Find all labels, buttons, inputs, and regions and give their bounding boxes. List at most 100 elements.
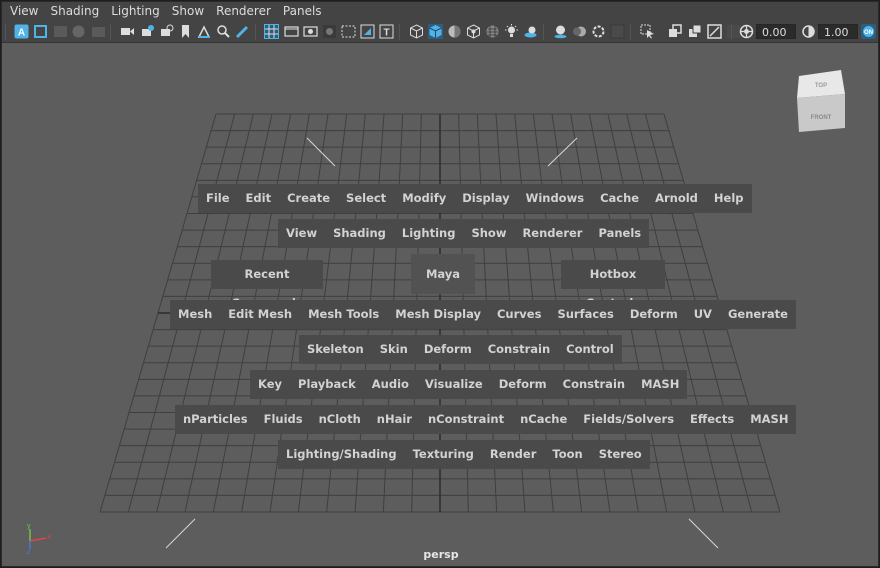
hotbox-select[interactable]: Select bbox=[338, 184, 394, 213]
hotbox-view[interactable]: View bbox=[278, 219, 325, 248]
hotbox-render[interactable]: Render bbox=[482, 440, 545, 469]
hotbox-file[interactable]: File bbox=[198, 184, 238, 213]
hotbox-rig-constrain[interactable]: Constrain bbox=[480, 335, 558, 364]
hotbox-stereo[interactable]: Stereo bbox=[591, 440, 650, 469]
hotbox-edit[interactable]: Edit bbox=[238, 184, 280, 213]
select-camera-icon[interactable]: A bbox=[14, 24, 29, 39]
hotbox-ncache[interactable]: nCache bbox=[512, 405, 575, 434]
default-material-icon[interactable] bbox=[466, 24, 481, 39]
textured-icon[interactable] bbox=[485, 24, 500, 39]
hotbox-show[interactable]: Show bbox=[463, 219, 514, 248]
fov-icon[interactable] bbox=[216, 24, 231, 39]
hotbox-modify[interactable]: Modify bbox=[394, 184, 454, 213]
hotbox-fluids[interactable]: Fluids bbox=[256, 405, 311, 434]
snap-camera-icon[interactable] bbox=[140, 24, 155, 39]
hotbox-toon[interactable]: Toon bbox=[544, 440, 590, 469]
pivot-icon[interactable] bbox=[197, 24, 212, 39]
grid-icon[interactable] bbox=[264, 24, 279, 39]
safe-title-icon[interactable]: T bbox=[379, 24, 394, 39]
hotbox-visualize[interactable]: Visualize bbox=[417, 370, 491, 399]
hotbox-uv[interactable]: UV bbox=[686, 300, 720, 329]
hotbox-shading[interactable]: Shading bbox=[325, 219, 394, 248]
camera-attributes-icon[interactable] bbox=[33, 24, 48, 39]
exposure-field[interactable]: 0.00 bbox=[756, 24, 796, 39]
hotbox-texturing[interactable]: Texturing bbox=[405, 440, 482, 469]
hotbox-surfaces[interactable]: Surfaces bbox=[549, 300, 621, 329]
hotbox-mesh-tools[interactable]: Mesh Tools bbox=[300, 300, 387, 329]
hotbox-skeleton[interactable]: Skeleton bbox=[299, 335, 372, 364]
color-management-icon[interactable]: ON bbox=[861, 24, 876, 39]
viewcube-front-face[interactable] bbox=[797, 94, 845, 132]
hotbox-effects[interactable]: Effects bbox=[682, 405, 742, 434]
hotbox-panels[interactable]: Panels bbox=[590, 219, 649, 248]
hotbox-fields-solvers[interactable]: Fields/Solvers bbox=[575, 405, 682, 434]
xray-joints-icon[interactable] bbox=[707, 24, 722, 39]
hotbox-edit-mesh[interactable]: Edit Mesh bbox=[220, 300, 300, 329]
bookmarks-icon[interactable] bbox=[53, 24, 68, 39]
motion-blur-icon[interactable] bbox=[572, 24, 587, 39]
hotbox-recent-commands[interactable]: Recent Commands bbox=[211, 260, 323, 310]
hotbox-create[interactable]: Create bbox=[279, 184, 338, 213]
field-chart-icon[interactable] bbox=[341, 24, 356, 39]
hotbox-nconstraint[interactable]: nConstraint bbox=[420, 405, 512, 434]
gamma-icon[interactable] bbox=[801, 24, 816, 39]
hotbox-curves[interactable]: Curves bbox=[489, 300, 549, 329]
camera-sequencer-icon[interactable] bbox=[159, 24, 174, 39]
film-gate-icon[interactable] bbox=[284, 24, 299, 39]
hotbox-fx-mash[interactable]: MASH bbox=[742, 405, 796, 434]
wireframe-on-shaded-icon[interactable] bbox=[447, 24, 462, 39]
gamma-field[interactable]: 1.00 bbox=[818, 24, 858, 39]
hotbox-help[interactable]: Help bbox=[706, 184, 752, 213]
hotbox-rig-deform[interactable]: Deform bbox=[416, 335, 480, 364]
antialiasing-icon[interactable] bbox=[591, 24, 606, 39]
hotbox-anim-mash[interactable]: MASH bbox=[633, 370, 687, 399]
hotbox-mesh[interactable]: Mesh bbox=[170, 300, 220, 329]
menu-view[interactable]: View bbox=[4, 2, 44, 21]
hotbox-lighting[interactable]: Lighting bbox=[394, 219, 464, 248]
resolution-gate-icon[interactable] bbox=[303, 24, 318, 39]
menu-lighting[interactable]: Lighting bbox=[105, 2, 166, 21]
hotbox-mesh-display[interactable]: Mesh Display bbox=[387, 300, 489, 329]
menu-show[interactable]: Show bbox=[166, 2, 210, 21]
hotbox-arnold[interactable]: Arnold bbox=[647, 184, 706, 213]
xray-active-components-icon[interactable] bbox=[688, 24, 703, 39]
viewcube[interactable]: TOP FRONT bbox=[795, 68, 847, 134]
screen-space-ao-icon[interactable] bbox=[553, 24, 568, 39]
menu-shading[interactable]: Shading bbox=[44, 2, 105, 21]
hotbox-generate[interactable]: Generate bbox=[720, 300, 796, 329]
xray-icon[interactable] bbox=[668, 24, 683, 39]
hotbox-display[interactable]: Display bbox=[454, 184, 517, 213]
hotbox-windows[interactable]: Windows bbox=[518, 184, 592, 213]
smooth-shade-icon[interactable] bbox=[428, 24, 443, 39]
hotbox-nhair[interactable]: nHair bbox=[369, 405, 420, 434]
gate-mask-icon[interactable] bbox=[322, 24, 337, 39]
hotbox-cache[interactable]: Cache bbox=[592, 184, 647, 213]
hotbox-control[interactable]: Control bbox=[558, 335, 622, 364]
shadows-icon[interactable] bbox=[523, 24, 538, 39]
menu-renderer[interactable]: Renderer bbox=[210, 2, 277, 21]
hotbox-renderer[interactable]: Renderer bbox=[514, 219, 590, 248]
hotbox-audio[interactable]: Audio bbox=[364, 370, 417, 399]
pencil-icon[interactable] bbox=[235, 24, 250, 39]
menu-panels[interactable]: Panels bbox=[277, 2, 328, 21]
image-plane-icon[interactable] bbox=[71, 24, 86, 39]
hotbox-center-maya[interactable]: Maya bbox=[411, 254, 475, 294]
hotbox-anim-constrain[interactable]: Constrain bbox=[555, 370, 633, 399]
hotbox-deform[interactable]: Deform bbox=[622, 300, 686, 329]
hotbox-ncloth[interactable]: nCloth bbox=[311, 405, 369, 434]
camera-icon[interactable] bbox=[120, 24, 135, 39]
2d-pan-zoom-icon[interactable] bbox=[91, 24, 106, 39]
hotbox-nparticles[interactable]: nParticles bbox=[175, 405, 256, 434]
use-all-lights-icon[interactable] bbox=[504, 24, 519, 39]
hotbox-controls[interactable]: Hotbox Controls bbox=[561, 260, 665, 310]
bookmark-icon[interactable] bbox=[178, 24, 193, 39]
hotbox-skin[interactable]: Skin bbox=[372, 335, 416, 364]
safe-action-icon[interactable] bbox=[360, 24, 375, 39]
hotbox-anim-deform[interactable]: Deform bbox=[491, 370, 555, 399]
viewport-3d[interactable]: File Edit Create Select Modify Display W… bbox=[2, 43, 878, 566]
hotbox-playback[interactable]: Playback bbox=[290, 370, 364, 399]
hotbox-key[interactable]: Key bbox=[250, 370, 290, 399]
isolate-select-icon[interactable] bbox=[640, 24, 655, 39]
hotbox-lighting-shading[interactable]: Lighting/Shading bbox=[278, 440, 405, 469]
exposure-icon[interactable] bbox=[739, 24, 754, 39]
